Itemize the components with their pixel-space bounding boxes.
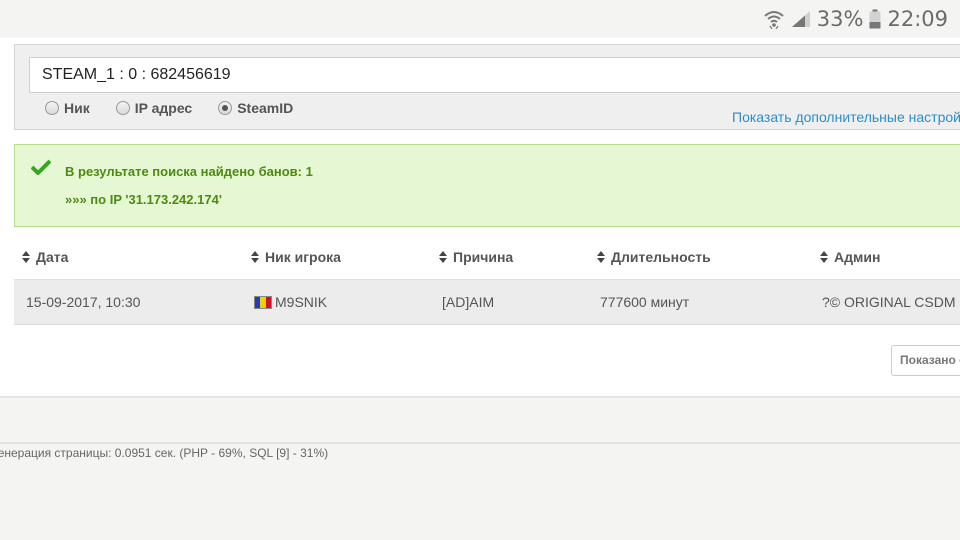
pagination-info[interactable]: Показано с [891,345,960,376]
radio-label: IP адрес [134,100,193,116]
cell-reason: [AD]AIM [442,294,495,310]
cell-nick: M9SNIK [254,294,327,310]
cell-duration: 777600 минут [600,294,690,310]
column-label: Длительность [611,249,711,265]
column-label: Ник игрока [265,249,341,265]
main-panel: STEAM_1 : 0 : 682456619 Ник IP адрес Ste… [0,38,960,396]
radio-label: Ник [64,100,90,116]
alert-ip-result[interactable]: »»» по IP '31.173.242.174' [65,192,222,207]
radio-button[interactable] [45,101,59,115]
table-row[interactable]: 15-09-2017, 10:30 M9SNIK [AD]AIM 777600 … [14,280,960,325]
sort-icon [22,251,30,263]
battery-percent: 33% [816,7,864,31]
column-label: Причина [453,249,514,265]
status-bar-right: 33% 22:09 [763,6,948,32]
radio-nick[interactable]: Ник [45,100,90,116]
sort-icon [439,251,447,263]
nick-text: M9SNIK [275,294,328,310]
cell-date: 15-09-2017, 10:30 [26,294,141,310]
radio-button-checked[interactable] [218,101,233,115]
sort-icon [820,251,828,263]
search-box: STEAM_1 : 0 : 682456619 Ник IP адрес Ste… [14,44,960,130]
checkmark-icon [30,159,52,179]
search-input[interactable]: STEAM_1 : 0 : 682456619 [29,57,960,93]
romania-flag-icon [254,295,272,309]
status-bar: 33% 22:09 [0,0,960,38]
bans-table-header: Дата Ник игрока Причина Длительность Адм… [14,236,960,280]
success-alert: В результате поиска найдено банов: 1 »»»… [14,144,960,227]
radio-ip[interactable]: IP адрес [115,100,193,116]
divider [0,396,960,398]
cell-admin: ?© ORIGINAL CSDM [822,294,956,310]
sort-icon [251,251,259,263]
battery-icon [869,9,881,29]
sort-icon [597,251,605,263]
signal-icon [791,10,811,28]
radio-button[interactable] [115,101,130,115]
column-label: Админ [834,249,881,265]
column-nick[interactable]: Ник игрока [251,249,341,265]
column-date[interactable]: Дата [22,249,68,265]
radio-label: SteamID [237,100,294,116]
divider [0,442,960,444]
clock: 22:09 [887,7,948,31]
more-settings-link[interactable]: Показать дополнительные настройки [732,109,960,125]
alert-result-count: В результате поиска найдено банов: 1 [65,164,313,179]
radio-steamid[interactable]: SteamID [218,100,293,116]
column-duration[interactable]: Длительность [597,249,711,265]
search-type-radio-group: Ник IP адрес SteamID [45,100,293,116]
column-label: Дата [36,249,69,265]
column-reason[interactable]: Причина [439,249,513,265]
page-generation-info: Генерация страницы: 0.0951 сек. (PHP - 6… [0,446,329,460]
wifi-icon [763,9,785,29]
column-admin[interactable]: Админ [820,249,880,265]
